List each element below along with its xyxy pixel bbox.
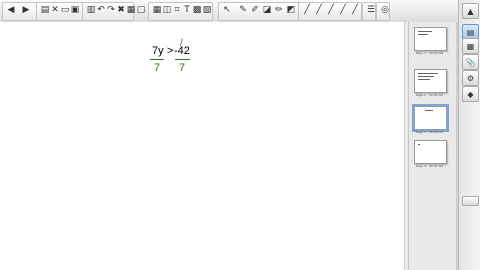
- properties-icon: ⚙: [466, 73, 475, 83]
- more-options-icon: ☰: [366, 5, 376, 15]
- page-thumbnail-3[interactable]: [412, 104, 449, 132]
- page-thumbnail-4[interactable]: [414, 140, 447, 164]
- line-style-5-icon: ╱: [352, 5, 358, 15]
- gallery-icon: ▦: [466, 41, 475, 51]
- text-tool-icon: T: [184, 5, 190, 15]
- rhs-divisor: 7: [179, 62, 186, 74]
- select-tool-button[interactable]: ↖: [220, 2, 234, 18]
- properties-tab[interactable]: ⚙: [462, 70, 479, 86]
- line-style-5-button[interactable]: ╱: [348, 2, 362, 18]
- forward-icon: ▶: [22, 5, 30, 15]
- page-caption-4: Page 4 · 00:00 AM: [415, 164, 444, 168]
- attachments-icon: 📎: [465, 57, 476, 67]
- page-sorter-panel: Page 1 · 00:00 AM Page 2 · 00:00 AM Page…: [408, 22, 457, 270]
- line-style-2-icon: ╱: [316, 5, 322, 15]
- full-screen-button[interactable]: ▢: [134, 2, 148, 18]
- whiteboard-canvas[interactable]: 7y > -42 / 7 7: [0, 22, 404, 270]
- capture-icon: ⌗: [174, 5, 180, 15]
- properties-icon: ▧: [202, 5, 212, 15]
- line-style-1-icon: ╱: [304, 5, 310, 15]
- page-caption-1: Page 1 · 00:00 AM: [415, 51, 444, 55]
- fill-button[interactable]: ◩: [284, 2, 298, 18]
- select-tool-icon: ↖: [223, 5, 231, 15]
- eraser-icon: ◪: [262, 5, 272, 15]
- magic-pen-button[interactable]: ◎: [378, 2, 392, 18]
- more-options-button[interactable]: ☰: [364, 2, 378, 18]
- rhs-fraction-bar: [175, 59, 190, 60]
- lhs-fraction-bar: [150, 59, 164, 60]
- save-icon: ▣: [70, 5, 80, 15]
- main-toolbar: ◀ ▶ ▤ ✕ ▭ ▣ ▥ ↶ ↷ ✖ ▦ ▢ ▦ ◫ ⌗ T ▩ ▧ ↖ ✎ ✐ ◪ ✏ ◩ ╱ ╱ ╱ ╱ ╱ ☰ ◎: [0, 0, 480, 23]
- fill-icon: ◩: [286, 5, 296, 15]
- page-thumbnail-2[interactable]: [414, 69, 447, 93]
- page-caption-3: Page 3 · 00:00 AM: [415, 130, 444, 134]
- line-style-4-icon: ╱: [340, 5, 346, 15]
- back-button[interactable]: ◀: [4, 2, 18, 18]
- save-button[interactable]: ▣: [68, 2, 82, 18]
- expression-operator: >: [167, 45, 174, 57]
- addons-tab[interactable]: ◆: [462, 86, 479, 102]
- line-style-3-icon: ╱: [328, 5, 334, 15]
- strike-mark: /: [180, 38, 183, 49]
- page-sorter-icon: ▤: [466, 27, 475, 37]
- page-thumbnail-1[interactable]: [414, 27, 447, 51]
- auto-hide-checkbox[interactable]: [462, 196, 479, 206]
- forward-button[interactable]: ▶: [19, 2, 33, 18]
- creative-pen-icon: ✐: [251, 5, 259, 15]
- full-screen-icon: ▢: [136, 5, 146, 15]
- gallery-tab[interactable]: ▦: [462, 38, 479, 54]
- lhs-divisor: 7: [154, 62, 161, 74]
- page-caption-2: Page 2 · 00:00 AM: [415, 93, 444, 97]
- addons-icon: ◆: [467, 89, 474, 99]
- side-tab-bar: ▤ ▦ 📎 ⚙ ◆ ▲: [458, 0, 480, 270]
- highlighter-icon: ✏: [275, 5, 283, 15]
- back-icon: ◀: [7, 5, 15, 15]
- panel-toggle-button[interactable]: ▲: [462, 3, 479, 19]
- arrow-up-icon: ▲: [467, 6, 474, 16]
- pen-tool-icon: ✎: [239, 5, 247, 15]
- properties-button[interactable]: ▧: [200, 2, 214, 18]
- magic-pen-icon: ◎: [381, 5, 389, 15]
- expression-lhs: 7y: [152, 45, 164, 57]
- attachments-tab[interactable]: 📎: [462, 54, 479, 70]
